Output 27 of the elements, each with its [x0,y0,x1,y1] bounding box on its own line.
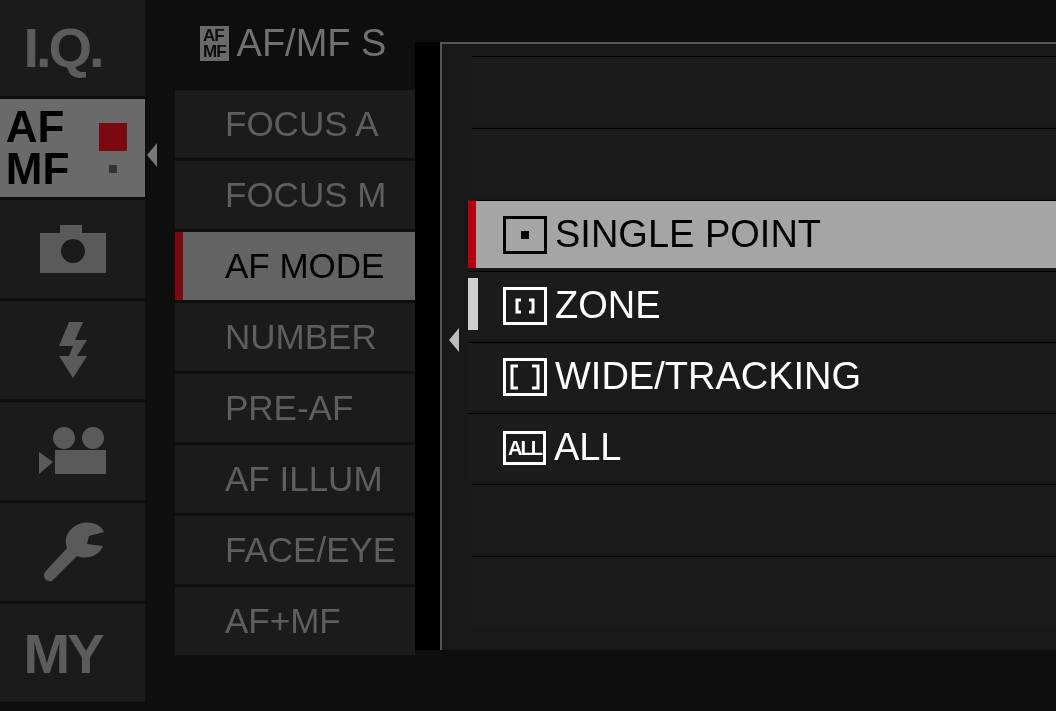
menu-item[interactable]: NUMBER [175,303,415,371]
menu-item[interactable]: AF MODE [175,232,415,300]
all-icon: ALL [503,430,546,465]
menu-item[interactable]: AF+MF [175,587,415,655]
menu-item[interactable]: FACE/EYE [175,516,415,584]
wide-tracking-icon [503,357,547,396]
menu-title: AF/MF S [236,22,387,65]
pointer-arrow-icon [147,143,157,167]
movie-camera-icon [38,426,107,476]
menu-tab[interactable]: AF MF [0,99,145,197]
menu-item[interactable]: FOCUS M [175,161,415,229]
pointer-arrow-icon [449,328,459,352]
single-point-icon [503,215,547,254]
option-item[interactable]: SINGLE POINT [468,200,1056,268]
zone-icon [503,286,547,325]
menu-item[interactable]: FOCUS A [175,90,415,158]
menu-tab[interactable] [0,200,145,298]
menu-tab[interactable]: MY [0,604,145,702]
menu-tab[interactable] [0,301,145,399]
menu-item[interactable]: AF ILLUM [175,445,415,513]
menu-tab[interactable] [0,503,145,601]
menu-tab[interactable] [0,402,145,500]
af-mf-icon: AF MF [200,26,229,61]
camera-icon [39,225,106,273]
menu-item[interactable]: PRE-AF [175,374,415,442]
scrollbar-thumb [468,278,478,330]
menu-tab[interactable]: I.Q. [0,0,145,96]
